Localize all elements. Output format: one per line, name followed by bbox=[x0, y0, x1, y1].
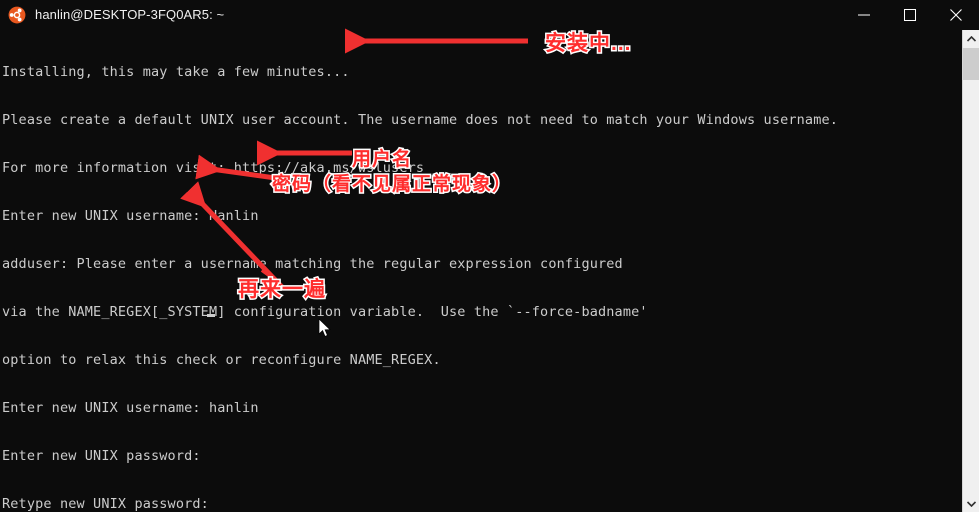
ubuntu-logo-icon bbox=[8, 6, 26, 24]
vertical-scrollbar[interactable] bbox=[962, 30, 979, 512]
close-icon bbox=[950, 9, 962, 21]
terminal-line: Please create a default UNIX user accoun… bbox=[2, 112, 839, 128]
window-controls bbox=[841, 0, 979, 30]
terminal-line: Enter new UNIX username: hanlin bbox=[2, 400, 259, 416]
minimize-button[interactable] bbox=[841, 0, 887, 30]
scrollbar-thumb[interactable] bbox=[963, 48, 979, 80]
terminal-line: via the NAME_REGEX[_SYSTEM] configuratio… bbox=[2, 304, 648, 320]
annotation-label-username: 用户名 bbox=[350, 148, 413, 172]
scroll-down-button[interactable] bbox=[963, 495, 979, 512]
terminal-line: adduser: Please enter a username matchin… bbox=[2, 256, 623, 272]
close-button[interactable] bbox=[933, 0, 979, 30]
terminal-line: Retype new UNIX password: bbox=[2, 496, 209, 512]
terminal-line: Installing, this may take a few minutes.… bbox=[2, 64, 350, 80]
title-bar[interactable]: hanlin@DESKTOP-3FQ0AR5: ~ bbox=[0, 0, 979, 30]
terminal-line: option to relax this check or reconfigur… bbox=[2, 352, 441, 368]
scroll-up-button[interactable] bbox=[963, 30, 979, 47]
maximize-button[interactable] bbox=[887, 0, 933, 30]
minimize-icon bbox=[858, 14, 870, 16]
mouse-arrow-cursor bbox=[318, 318, 331, 337]
terminal-cursor bbox=[207, 314, 215, 317]
terminal-line: Enter new UNIX username: Hanlin bbox=[2, 208, 259, 224]
annotation-label-password: 密码（看不见属正常现象） bbox=[270, 173, 513, 197]
chevron-down-icon bbox=[966, 500, 976, 507]
annotation-label-installing: 安装中... bbox=[544, 31, 633, 57]
annotation-label-again: 再来一遍 bbox=[237, 277, 327, 303]
terminal-line: Enter new UNIX password: bbox=[2, 448, 201, 464]
terminal-text: Installing, this may take a few minutes.… bbox=[2, 32, 838, 512]
terminal-output-area[interactable]: Installing, this may take a few minutes.… bbox=[0, 30, 962, 512]
maximize-icon bbox=[904, 9, 916, 21]
terminal-window: hanlin@DESKTOP-3FQ0AR5: ~ Installing, th… bbox=[0, 0, 979, 512]
window-title: hanlin@DESKTOP-3FQ0AR5: ~ bbox=[35, 7, 225, 22]
chevron-up-icon bbox=[966, 35, 976, 42]
